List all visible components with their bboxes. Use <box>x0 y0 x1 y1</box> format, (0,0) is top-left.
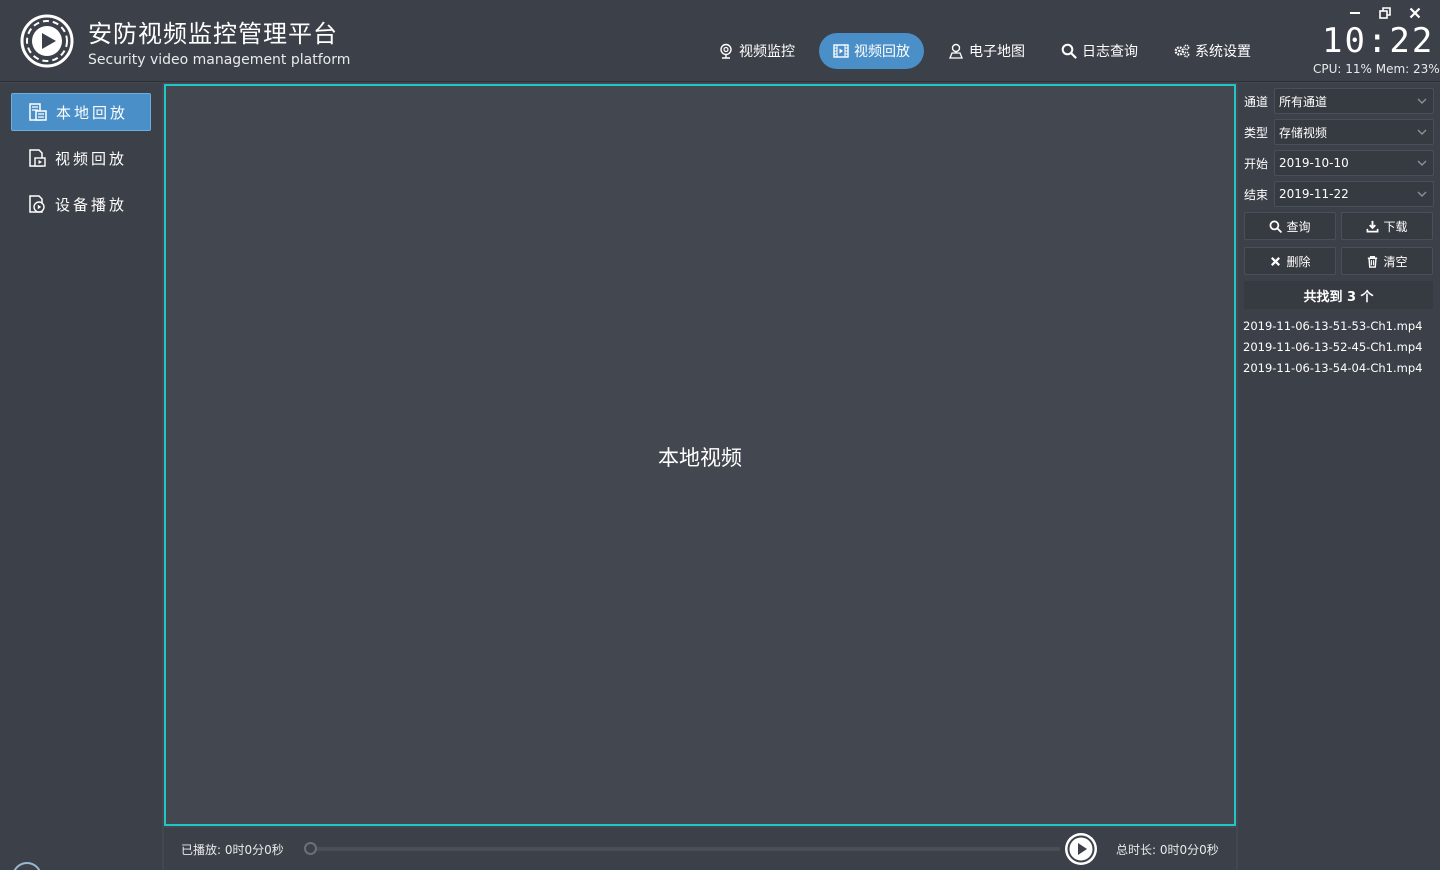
sidebar-item-device-play[interactable]: 设备播放 <box>11 185 151 223</box>
end-date-picker[interactable]: 2019-11-22 <box>1274 181 1434 207</box>
system-usage: CPU: 11% Mem: 23% <box>1313 62 1440 76</box>
download-icon <box>1367 220 1379 232</box>
sidebar-item-label: 视频回放 <box>55 149 128 168</box>
local-playback-icon <box>29 103 47 121</box>
nav-label: 视频监控 <box>739 44 795 60</box>
film-icon <box>833 44 849 58</box>
sidebar-item-label: 本地回放 <box>56 103 129 122</box>
sidebar-item-label: 设备播放 <box>55 195 128 214</box>
progress-track[interactable] <box>310 847 1060 851</box>
start-label: 开始 <box>1244 156 1269 171</box>
camera-icon <box>720 43 732 59</box>
minimize-icon <box>1350 12 1360 14</box>
list-item[interactable]: 2019-11-06-13-51-53-Ch1.mp4 <box>1243 316 1438 337</box>
nav-label: 日志查询 <box>1082 44 1138 60</box>
chevron-down-icon <box>1417 191 1427 197</box>
header: 安防视频监控管理平台 Security video management pla… <box>0 0 1440 82</box>
end-row: 结束 2019-11-22 <box>1244 181 1434 207</box>
nav-video-playback[interactable]: 视频回放 <box>819 33 924 69</box>
chevron-down-icon <box>1417 98 1427 104</box>
query-label: 查询 <box>1286 219 1311 234</box>
list-item[interactable]: 2019-11-06-13-52-45-Ch1.mp4 <box>1243 337 1438 358</box>
clock: 10:22:47 <box>1322 21 1440 61</box>
play-logo-icon <box>20 14 74 68</box>
list-item[interactable]: 2019-11-06-13-54-04-Ch1.mp4 <box>1243 358 1438 379</box>
video-file-icon <box>29 149 46 167</box>
video-placeholder: 本地视频 <box>658 446 742 470</box>
nav-video-monitor[interactable]: 视频监控 <box>706 33 807 69</box>
gear-icon <box>1174 44 1190 58</box>
nav-e-map[interactable]: 电子地图 <box>936 33 1037 69</box>
play-icon <box>1067 835 1095 863</box>
type-value: 存储视频 <box>1279 125 1328 140</box>
search-panel: 通道 所有通道 类型 存储视频 开始 2019-10-10 结束 2019-11… <box>1238 83 1440 870</box>
delete-button[interactable]: 删除 <box>1244 247 1336 275</box>
sidebar-item-local-playback[interactable]: 本地回放 <box>11 93 151 131</box>
nav-log-query[interactable]: 日志查询 <box>1049 33 1150 69</box>
file-list: 2019-11-06-13-51-53-Ch1.mp4 2019-11-06-1… <box>1243 316 1438 379</box>
close-icon <box>1271 256 1281 266</box>
type-label: 类型 <box>1244 125 1269 140</box>
nav-label: 视频回放 <box>854 44 910 60</box>
nav-label: 电子地图 <box>969 44 1025 60</box>
type-select[interactable]: 存储视频 <box>1274 119 1434 145</box>
search-icon <box>1061 43 1077 59</box>
device-play-icon <box>29 195 45 213</box>
query-button[interactable]: 查询 <box>1244 212 1336 240</box>
map-pin-icon <box>949 43 963 59</box>
clear-label: 清空 <box>1383 254 1408 269</box>
type-row: 类型 存储视频 <box>1244 119 1434 145</box>
close-icon <box>1409 7 1421 19</box>
sidebar: 本地回放 视频回放 设备播放 <box>0 83 162 870</box>
clear-button[interactable]: 清空 <box>1341 247 1433 275</box>
chevron-down-icon <box>1417 160 1427 166</box>
end-label: 结束 <box>1244 187 1269 202</box>
restore-icon <box>1379 7 1391 19</box>
sidebar-item-video-playback[interactable]: 视频回放 <box>11 139 151 177</box>
total-duration: 总时长: 0时0分0秒 <box>1116 843 1219 857</box>
video-player[interactable]: 本地视频 <box>164 84 1236 826</box>
played-time: 已播放: 0时0分0秒 <box>181 843 284 857</box>
restore-button[interactable] <box>1370 4 1400 22</box>
nav-system-settings[interactable]: 系统设置 <box>1162 33 1263 69</box>
end-date-value: 2019-11-22 <box>1279 187 1349 201</box>
channel-row: 通道 所有通道 <box>1244 88 1434 114</box>
play-button[interactable] <box>1065 833 1097 865</box>
start-date-picker[interactable]: 2019-10-10 <box>1274 150 1434 176</box>
start-date-value: 2019-10-10 <box>1279 156 1349 170</box>
download-label: 下载 <box>1383 219 1408 234</box>
channel-select[interactable]: 所有通道 <box>1274 88 1434 114</box>
close-button[interactable] <box>1400 4 1430 22</box>
delete-label: 删除 <box>1286 254 1311 269</box>
minimize-button[interactable] <box>1340 4 1370 22</box>
app-subtitle: Security video management platform <box>88 52 351 68</box>
trash-icon <box>1368 255 1378 268</box>
progress-knob[interactable] <box>304 842 317 855</box>
main-nav: 视频监控 视频回放 电子地图 日志查询 系统设置 <box>706 33 1275 69</box>
start-row: 开始 2019-10-10 <box>1244 150 1434 176</box>
chevron-down-icon <box>1417 129 1427 135</box>
channel-value: 所有通道 <box>1279 94 1328 109</box>
search-icon <box>1269 220 1283 233</box>
channel-label: 通道 <box>1244 94 1269 109</box>
playback-bar: 已播放: 0时0分0秒 总时长: 0时0分0秒 <box>164 828 1236 870</box>
nav-label: 系统设置 <box>1195 44 1251 60</box>
app-title: 安防视频监控管理平台 <box>88 20 338 48</box>
download-button[interactable]: 下载 <box>1341 212 1433 240</box>
results-summary: 共找到 3 个 <box>1244 281 1433 309</box>
window-controls <box>1340 4 1430 22</box>
